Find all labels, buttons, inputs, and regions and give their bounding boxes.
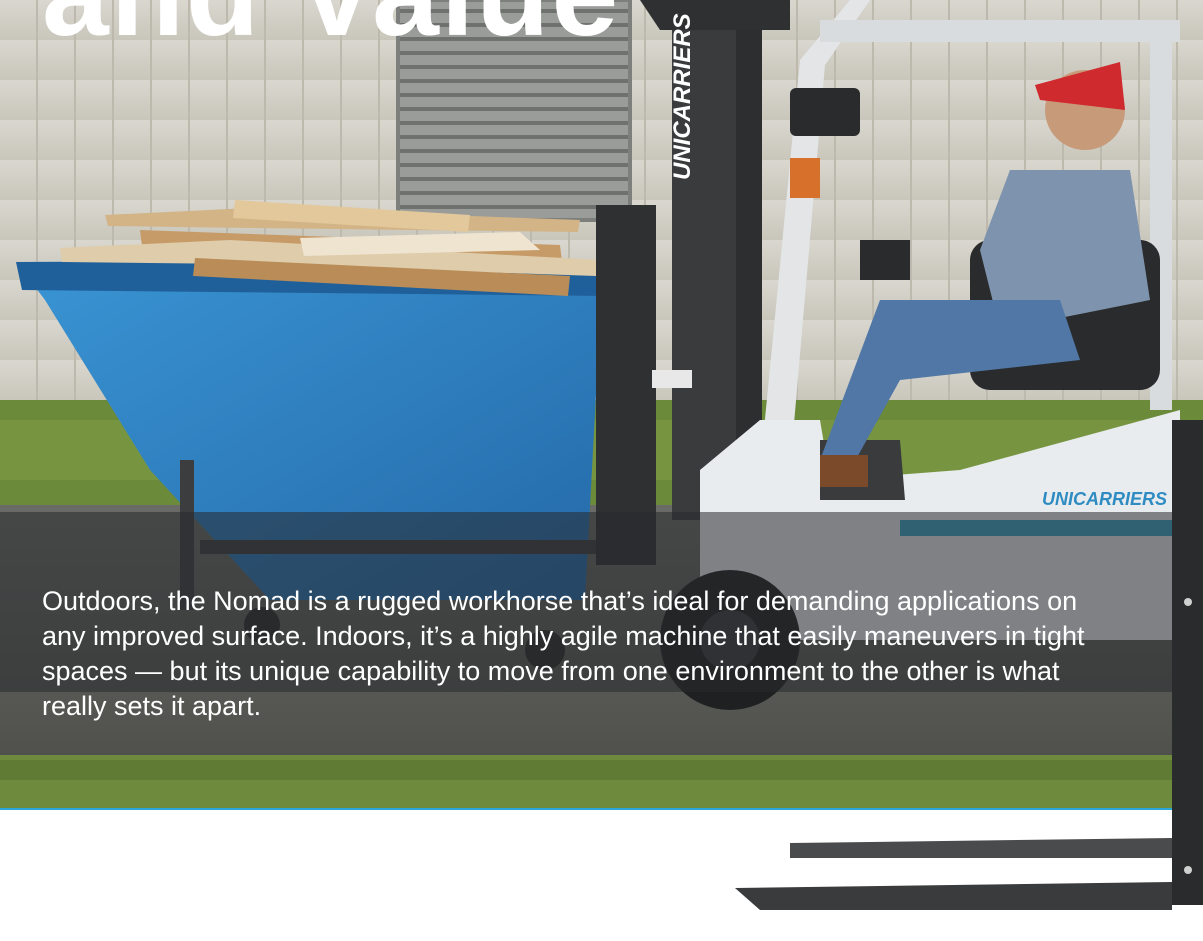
fork-tines	[735, 420, 1203, 910]
